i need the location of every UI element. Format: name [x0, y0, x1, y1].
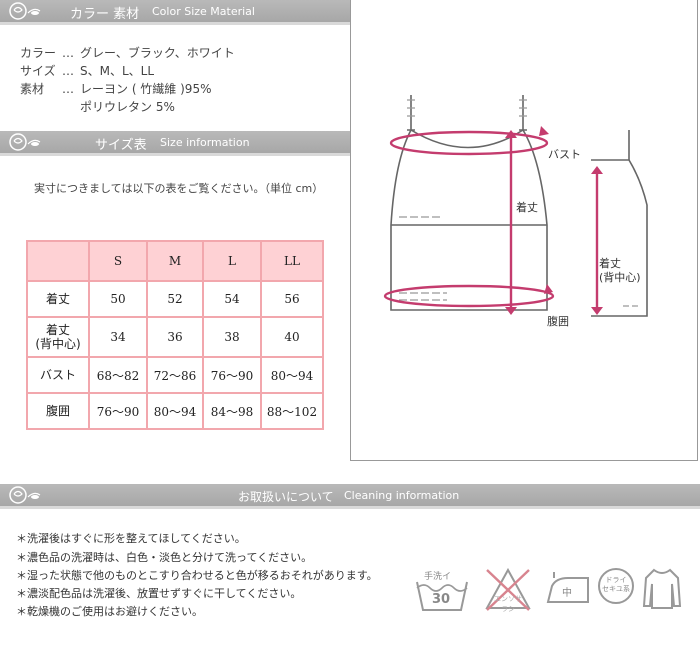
section-bar-material: カラー 素材 Color Size Material [0, 0, 350, 22]
table-cell: 80～94 [146, 392, 204, 430]
row-label: 着丈 [26, 280, 90, 318]
table-cell: 80～94 [260, 356, 324, 394]
spec-row-color: カラー… グレー、ブラック、ホワイト [20, 46, 235, 60]
label-bust: バスト [548, 148, 581, 161]
table-cell: 40 [260, 316, 324, 358]
row-label: 腹囲 [26, 392, 90, 430]
size-table: S M L LL 着丈 50 52 54 56 着丈 (背中心) 34 36 38… [26, 240, 324, 430]
spec-row-material: 素材… レーヨン ( 竹繊維 )95% [20, 82, 212, 96]
table-cell: 38 [202, 316, 262, 358]
table-cell: 76～90 [88, 392, 148, 430]
table-cell: 36 [146, 316, 204, 358]
care-item: ＊湿った状態で他のものとこすり合わせると色が移るおそれがあります。 [16, 569, 378, 582]
section-underline [0, 506, 700, 509]
dry-clean-icon: ドライ セキユ系 [596, 566, 636, 606]
hand-wash-icon: 手洗イ 30 [414, 568, 470, 614]
section-underline [0, 153, 350, 156]
care-item: ＊乾燥機のご使用はお避けください。 [16, 605, 203, 618]
table-header: M [146, 240, 204, 282]
row-label: 着丈 (背中心) [26, 316, 90, 358]
rose-icon [9, 2, 41, 20]
garment-diagram-panel: バスト 着丈 腹囲 着丈 (背中心) [350, 0, 698, 461]
section-subtitle-material: Color Size Material [152, 5, 255, 18]
table-header: S [88, 240, 148, 282]
section-title-material: カラー 素材 [70, 7, 140, 22]
flat-dry-shirt-icon [640, 566, 684, 612]
table-cell: 88～102 [260, 392, 324, 430]
section-title-care: お取扱いについて [238, 490, 334, 504]
table-header-row: S M L LL [26, 240, 324, 282]
care-item: ＊濃淡配色品は洗濯後、放置せずすぐに干してください。 [16, 587, 302, 600]
table-cell: 50 [88, 280, 148, 318]
table-header: LL [260, 240, 324, 282]
table-cell: 54 [202, 280, 262, 318]
row-label: バスト [26, 356, 90, 394]
care-item: ＊濃色品の洗濯時は、白色・淡色と分けて洗ってください。 [16, 551, 313, 564]
table-cell: 56 [260, 280, 324, 318]
table-row: 腹囲 76～90 80～94 84～98 88～102 [26, 392, 324, 430]
table-cell: 72～86 [146, 356, 204, 394]
section-subtitle-care: Cleaning information [344, 489, 460, 502]
table-cell: 84～98 [202, 392, 262, 430]
label-length-back: 着丈 (背中心) [599, 257, 641, 284]
section-title-size: サイズ表 [95, 138, 147, 153]
table-cell: 76～90 [202, 356, 262, 394]
table-row: 着丈 (背中心) 34 36 38 40 [26, 316, 324, 358]
spec-row-size: サイズ… S、M、L、LL [20, 64, 155, 78]
table-cell: 34 [88, 316, 148, 358]
care-item: ＊洗濯後はすぐに形を整えてほしてください。 [16, 532, 246, 545]
section-subtitle-size: Size information [160, 136, 250, 149]
camisole-diagram [383, 95, 648, 317]
label-waist: 腹囲 [547, 315, 569, 328]
label-length: 着丈 [516, 201, 538, 214]
section-bar-care: お取扱いについて Cleaning information [0, 484, 700, 506]
table-cell: 68～82 [88, 356, 148, 394]
table-corner [26, 240, 90, 282]
rose-icon [9, 486, 41, 504]
table-cell: 52 [146, 280, 204, 318]
iron-medium-icon: 中 [544, 570, 592, 610]
table-row: 着丈 50 52 54 56 [26, 280, 324, 318]
rose-icon [9, 133, 41, 151]
section-underline [0, 22, 350, 25]
table-row: バスト 68～82 72～86 76～90 80～94 [26, 356, 324, 394]
size-note: 実寸につきましては以下の表をご覧ください。（単位 cm） [34, 182, 324, 195]
spec-list: カラー… グレー、ブラック、ホワイト サイズ… S、M、L、LL 素材… レーヨン (… [20, 44, 235, 116]
table-header: L [202, 240, 262, 282]
section-bar-size: サイズ表 Size information [0, 131, 350, 153]
no-bleach-icon: エンソサラシ [483, 564, 533, 614]
spec-row-material-2: ポリウレタン 5% [80, 100, 175, 114]
